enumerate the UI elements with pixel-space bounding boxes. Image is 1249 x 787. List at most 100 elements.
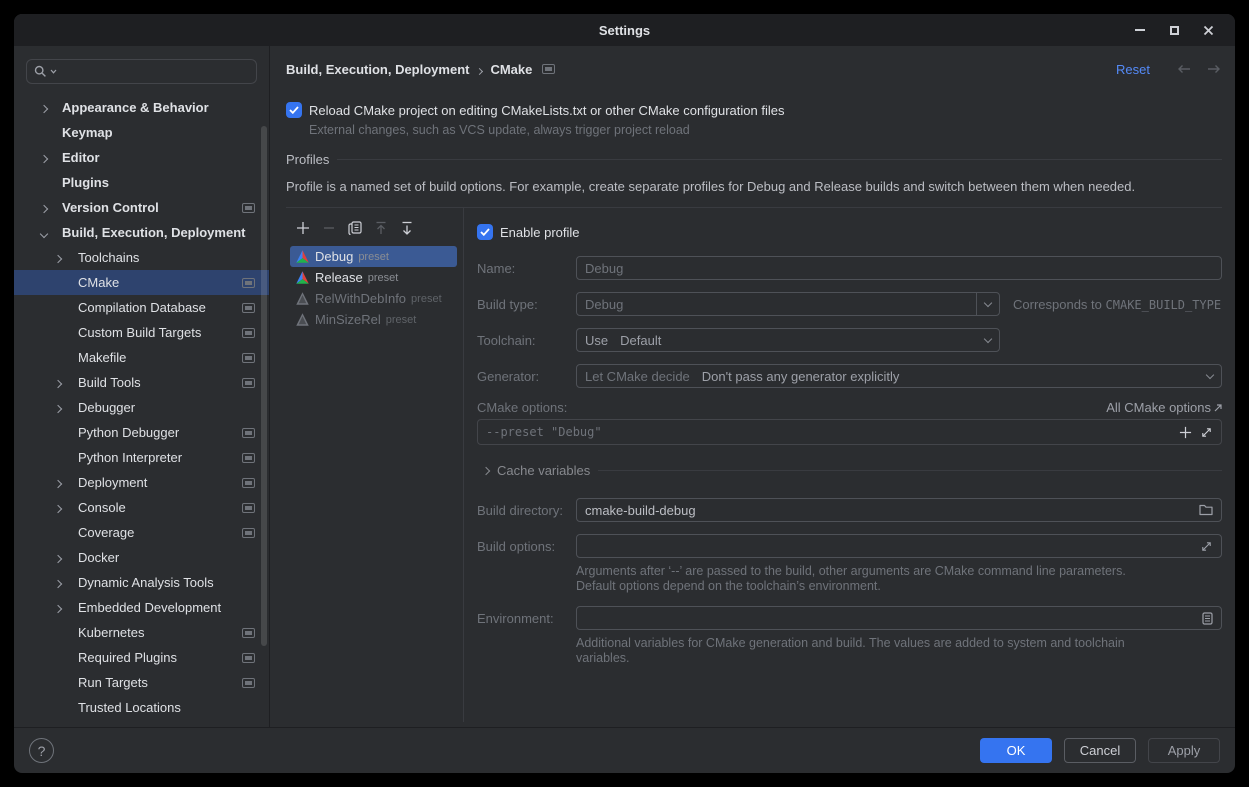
- ok-button[interactable]: OK: [980, 738, 1052, 763]
- sidebar-item-appearance-behavior[interactable]: Appearance & Behavior: [14, 95, 269, 120]
- copy-profile-button[interactable]: [347, 220, 363, 236]
- sidebar-item-docker[interactable]: Docker: [14, 545, 269, 570]
- generator-select[interactable]: Let CMake decideDon't pass any generator…: [576, 364, 1222, 388]
- sidebar-item-debugger[interactable]: Debugger: [14, 395, 269, 420]
- sidebar-item-label: Keymap: [62, 125, 113, 140]
- sidebar-item-version-control[interactable]: Version Control: [14, 195, 269, 220]
- settings-main: Build, Execution, Deployment CMake Reset…: [270, 46, 1235, 727]
- cache-variables-section[interactable]: Cache variables: [483, 463, 1222, 478]
- sidebar-item-coverage[interactable]: Coverage: [14, 520, 269, 545]
- variables-list-icon[interactable]: [1202, 612, 1213, 625]
- sidebar-item-label: Required Plugins: [78, 650, 177, 665]
- sidebar-item-deployment[interactable]: Deployment: [14, 470, 269, 495]
- sidebar-item-label: Kubernetes: [78, 625, 145, 640]
- sidebar-item-build-tools[interactable]: Build Tools: [14, 370, 269, 395]
- sidebar-item-custom-build-targets[interactable]: Custom Build Targets: [14, 320, 269, 345]
- project-monitor-icon: [242, 478, 255, 488]
- enable-profile-row[interactable]: Enable profile: [477, 224, 1222, 240]
- reload-cmake-checkbox-row[interactable]: Reload CMake project on editing CMakeLis…: [286, 102, 1219, 118]
- close-button[interactable]: [1191, 14, 1225, 46]
- remove-profile-button[interactable]: [321, 220, 337, 236]
- sidebar-item-toolchains[interactable]: Toolchains: [14, 245, 269, 270]
- maximize-button[interactable]: [1157, 14, 1191, 46]
- search-input[interactable]: [60, 64, 249, 79]
- all-cmake-options-link[interactable]: All CMake options: [1106, 400, 1222, 415]
- cancel-button[interactable]: Cancel: [1064, 738, 1136, 763]
- cmake-options-input[interactable]: --preset "Debug": [477, 419, 1222, 445]
- cmake-icon-disabled: [295, 291, 310, 306]
- sidebar-search-box[interactable]: [26, 59, 257, 84]
- chevron-right-icon: [55, 600, 61, 615]
- reset-link[interactable]: Reset: [1116, 62, 1150, 77]
- build-directory-input[interactable]: cmake-build-debug: [576, 498, 1222, 522]
- profile-preset-tag: preset: [358, 251, 389, 263]
- chevron-right-icon: [55, 400, 61, 415]
- chevron-right-icon: [55, 550, 61, 565]
- breadcrumb-item-current: CMake: [490, 62, 532, 77]
- sidebar-item-build-execution-deployment[interactable]: Build, Execution, Deployment: [14, 220, 269, 245]
- build-options-input[interactable]: [576, 534, 1222, 558]
- apply-button[interactable]: Apply: [1148, 738, 1220, 763]
- minimize-button[interactable]: [1123, 14, 1157, 46]
- environment-hint: Additional variables for CMake generatio…: [576, 636, 1136, 666]
- profile-row-release[interactable]: Release preset: [290, 267, 457, 288]
- sidebar-item-console[interactable]: Console: [14, 495, 269, 520]
- build-type-label: Build type:: [477, 297, 576, 312]
- sidebar-item-label: Python Debugger: [78, 425, 179, 440]
- sidebar-item-keymap[interactable]: Keymap: [14, 120, 269, 145]
- sidebar-item-python-debugger[interactable]: Python Debugger: [14, 420, 269, 445]
- sidebar-item-cmake[interactable]: CMake: [14, 270, 269, 295]
- environment-label: Environment:: [477, 611, 576, 626]
- profile-row-debug[interactable]: Debug preset: [290, 246, 457, 267]
- enable-profile-checkbox[interactable]: [477, 224, 493, 240]
- profile-row-minsizerel[interactable]: MinSizeRel preset: [290, 309, 457, 330]
- add-option-icon[interactable]: [1179, 426, 1192, 439]
- expand-icon[interactable]: [1200, 426, 1213, 439]
- enable-profile-label: Enable profile: [500, 225, 580, 240]
- generator-value: Let CMake decide: [585, 369, 690, 384]
- external-link-icon: [1214, 404, 1222, 412]
- sidebar-scrollbar[interactable]: [261, 126, 267, 646]
- profile-preset-tag: preset: [411, 293, 442, 305]
- sidebar-item-trusted-locations[interactable]: Trusted Locations: [14, 695, 269, 720]
- build-type-select[interactable]: Debug: [576, 292, 1000, 316]
- move-down-button[interactable]: [399, 220, 415, 236]
- check-icon: [480, 228, 490, 236]
- sidebar-item-run-targets[interactable]: Run Targets: [14, 670, 269, 695]
- maximize-icon: [1170, 26, 1179, 35]
- sidebar-item-python-interpreter[interactable]: Python Interpreter: [14, 445, 269, 470]
- forward-arrow-icon[interactable]: [1206, 64, 1222, 74]
- breadcrumb-item[interactable]: Build, Execution, Deployment: [286, 62, 469, 77]
- copy-icon: [348, 221, 362, 235]
- folder-icon[interactable]: [1199, 504, 1213, 516]
- name-value: Debug: [585, 261, 623, 276]
- cmake-options-value: --preset "Debug": [486, 425, 602, 439]
- dialog-footer: ? OK Cancel Apply: [14, 727, 1235, 773]
- sidebar-item-makefile[interactable]: Makefile: [14, 345, 269, 370]
- move-up-button[interactable]: [373, 220, 389, 236]
- sidebar-item-dynamic-analysis-tools[interactable]: Dynamic Analysis Tools: [14, 570, 269, 595]
- sidebar-item-label: CMake: [78, 275, 119, 290]
- section-divider: [337, 159, 1222, 160]
- expand-icon[interactable]: [1200, 540, 1213, 553]
- project-monitor-icon: [242, 328, 255, 338]
- help-button[interactable]: ?: [29, 738, 54, 763]
- profile-name: MinSizeRel: [315, 312, 381, 327]
- project-monitor-icon: [242, 628, 255, 638]
- sidebar-item-kubernetes[interactable]: Kubernetes: [14, 620, 269, 645]
- breadcrumb-separator-icon: [477, 62, 482, 77]
- chevron-down-icon: [41, 225, 47, 240]
- sidebar-item-embedded-development[interactable]: Embedded Development: [14, 595, 269, 620]
- environment-input[interactable]: [576, 606, 1222, 630]
- back-arrow-icon[interactable]: [1176, 64, 1192, 74]
- name-input[interactable]: Debug: [576, 256, 1222, 280]
- toolchain-select[interactable]: UseDefault: [576, 328, 1000, 352]
- sidebar-item-plugins[interactable]: Plugins: [14, 170, 269, 195]
- sidebar-item-required-plugins[interactable]: Required Plugins: [14, 645, 269, 670]
- add-profile-button[interactable]: [295, 220, 311, 236]
- sidebar-item-editor[interactable]: Editor: [14, 145, 269, 170]
- sidebar-item-compilation-database[interactable]: Compilation Database: [14, 295, 269, 320]
- reload-cmake-checkbox[interactable]: [286, 102, 302, 118]
- close-icon: [1203, 25, 1214, 36]
- profile-row-relwithdebinfo[interactable]: RelWithDebInfo preset: [290, 288, 457, 309]
